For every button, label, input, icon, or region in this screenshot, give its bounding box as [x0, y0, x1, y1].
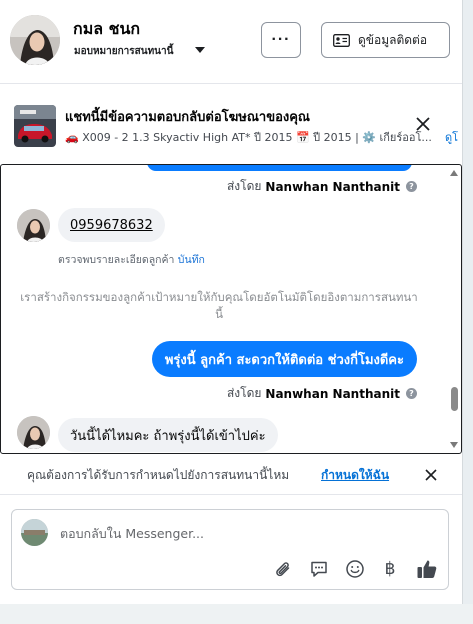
save-details-link[interactable]: บันทึก: [178, 254, 205, 266]
view-contact-label: ดูข้อมูลติดต่อ: [358, 32, 428, 47]
assign-to-me-link[interactable]: กำหนดให้ฉัน: [321, 466, 389, 485]
divider: [462, 0, 463, 604]
assignment-prompt-text: คุณต้องการได้รับการกำหนดไปยังการสนทนานี้…: [27, 468, 290, 482]
assign-conversation-label[interactable]: มอบหมายการสนทนานี้: [74, 44, 173, 59]
conversation-panel: กมล ชนก มอบหมายการสนทนานี้ ··· ดูข้อมูลต…: [0, 0, 462, 604]
message-thread[interactable]: ส่งโดย Nanwhan Nanthanit ? 0959678632 ตร…: [0, 164, 462, 454]
attachment-icon[interactable]: [272, 558, 294, 580]
scroll-up-arrow-icon[interactable]: [450, 170, 458, 176]
phone-number-link[interactable]: 0959678632: [70, 218, 153, 233]
contact-avatar: [17, 209, 50, 242]
sent-by-label: ส่งโดย Nanwhan Nanthanit ?: [227, 384, 417, 403]
contact-name: กมล ชนก: [73, 19, 141, 38]
scrollbar-thumb[interactable]: [451, 387, 458, 411]
thread-scrollbar[interactable]: [447, 165, 461, 453]
message-text: พรุ่งนี้ ลูกค้า สะดวกให้ติดต่อ ช่วงกี่โม…: [164, 352, 404, 368]
sent-by-prefix: ส่งโดย: [226, 386, 262, 400]
payment-icon[interactable]: ฿: [379, 558, 401, 580]
conversation-header: กมล ชนก มอบหมายการสนทนานี้ ··· ดูข้อมูลต…: [0, 0, 462, 84]
ad-banner-title: แชทนี้มีข้อความตอบกลับต่อโฆษณาของคุณ: [65, 110, 310, 125]
close-icon[interactable]: [423, 467, 439, 483]
contact-card-icon: [333, 33, 350, 47]
sender-name: Nanwhan Nanthanit: [265, 179, 400, 194]
page-avatar: [21, 519, 48, 546]
sent-by-prefix: ส่งโดย: [226, 179, 262, 193]
outgoing-message-bubble[interactable]: พรุ่งนี้ ลูกค้า สะดวกให้ติดต่อ ช่วงกี่โม…: [151, 341, 417, 377]
ad-view-link[interactable]: ดูโ: [445, 128, 458, 146]
customer-detail-note: ตรวจพบรายละเอียดลูกค้า บันทึก: [58, 251, 205, 268]
ad-thumbnail[interactable]: [14, 105, 56, 147]
sender-name: Nanwhan Nanthanit: [265, 386, 400, 401]
info-icon[interactable]: ?: [406, 388, 417, 399]
more-options-button[interactable]: ···: [261, 22, 301, 58]
message-text: วันนี้ได้ไหมคะ ถ้าพรุ่งนี้ได้เข้าไปค่ะ: [70, 428, 266, 444]
incoming-message-bubble[interactable]: 0959678632: [58, 208, 165, 242]
page-edge: [462, 0, 473, 604]
contact-avatar: [17, 416, 50, 449]
ad-reply-banner: แชทนี้มีข้อความตอบกลับต่อโฆษณาของคุณ 🚗 X…: [0, 85, 462, 161]
system-message: เราสร้างกิจกรรมของลูกค้าเป้าหมายให้กับคุ…: [20, 290, 418, 321]
emoji-icon[interactable]: [344, 558, 366, 580]
contact-avatar[interactable]: [10, 15, 60, 65]
sent-by-label: ส่งโดย Nanwhan Nanthanit ?: [227, 177, 417, 196]
chevron-down-icon[interactable]: [195, 47, 205, 53]
view-contact-button[interactable]: ดูข้อมูลติดต่อ: [321, 22, 450, 58]
info-icon[interactable]: ?: [406, 181, 417, 192]
reply-composer: ฿: [11, 509, 449, 590]
incoming-message-bubble[interactable]: วันนี้ได้ไหมคะ ถ้าพรุ่งนี้ได้เข้าไปค่ะ: [58, 418, 278, 452]
like-thumb-icon[interactable]: [416, 558, 438, 580]
customer-detail-text: ตรวจพบรายละเอียดลูกค้า: [58, 254, 175, 266]
close-icon[interactable]: [413, 114, 433, 134]
reply-input[interactable]: [60, 523, 430, 543]
ad-banner-detail: 🚗 X009 - 2 1.3 Skyactiv High AT* ปี 2015…: [65, 131, 432, 144]
saved-replies-icon[interactable]: [308, 558, 330, 580]
assignment-prompt: คุณต้องการได้รับการกำหนดไปยังการสนทนานี้…: [0, 455, 462, 495]
outgoing-message-bubble: [147, 165, 412, 171]
scroll-down-arrow-icon[interactable]: [450, 442, 458, 448]
